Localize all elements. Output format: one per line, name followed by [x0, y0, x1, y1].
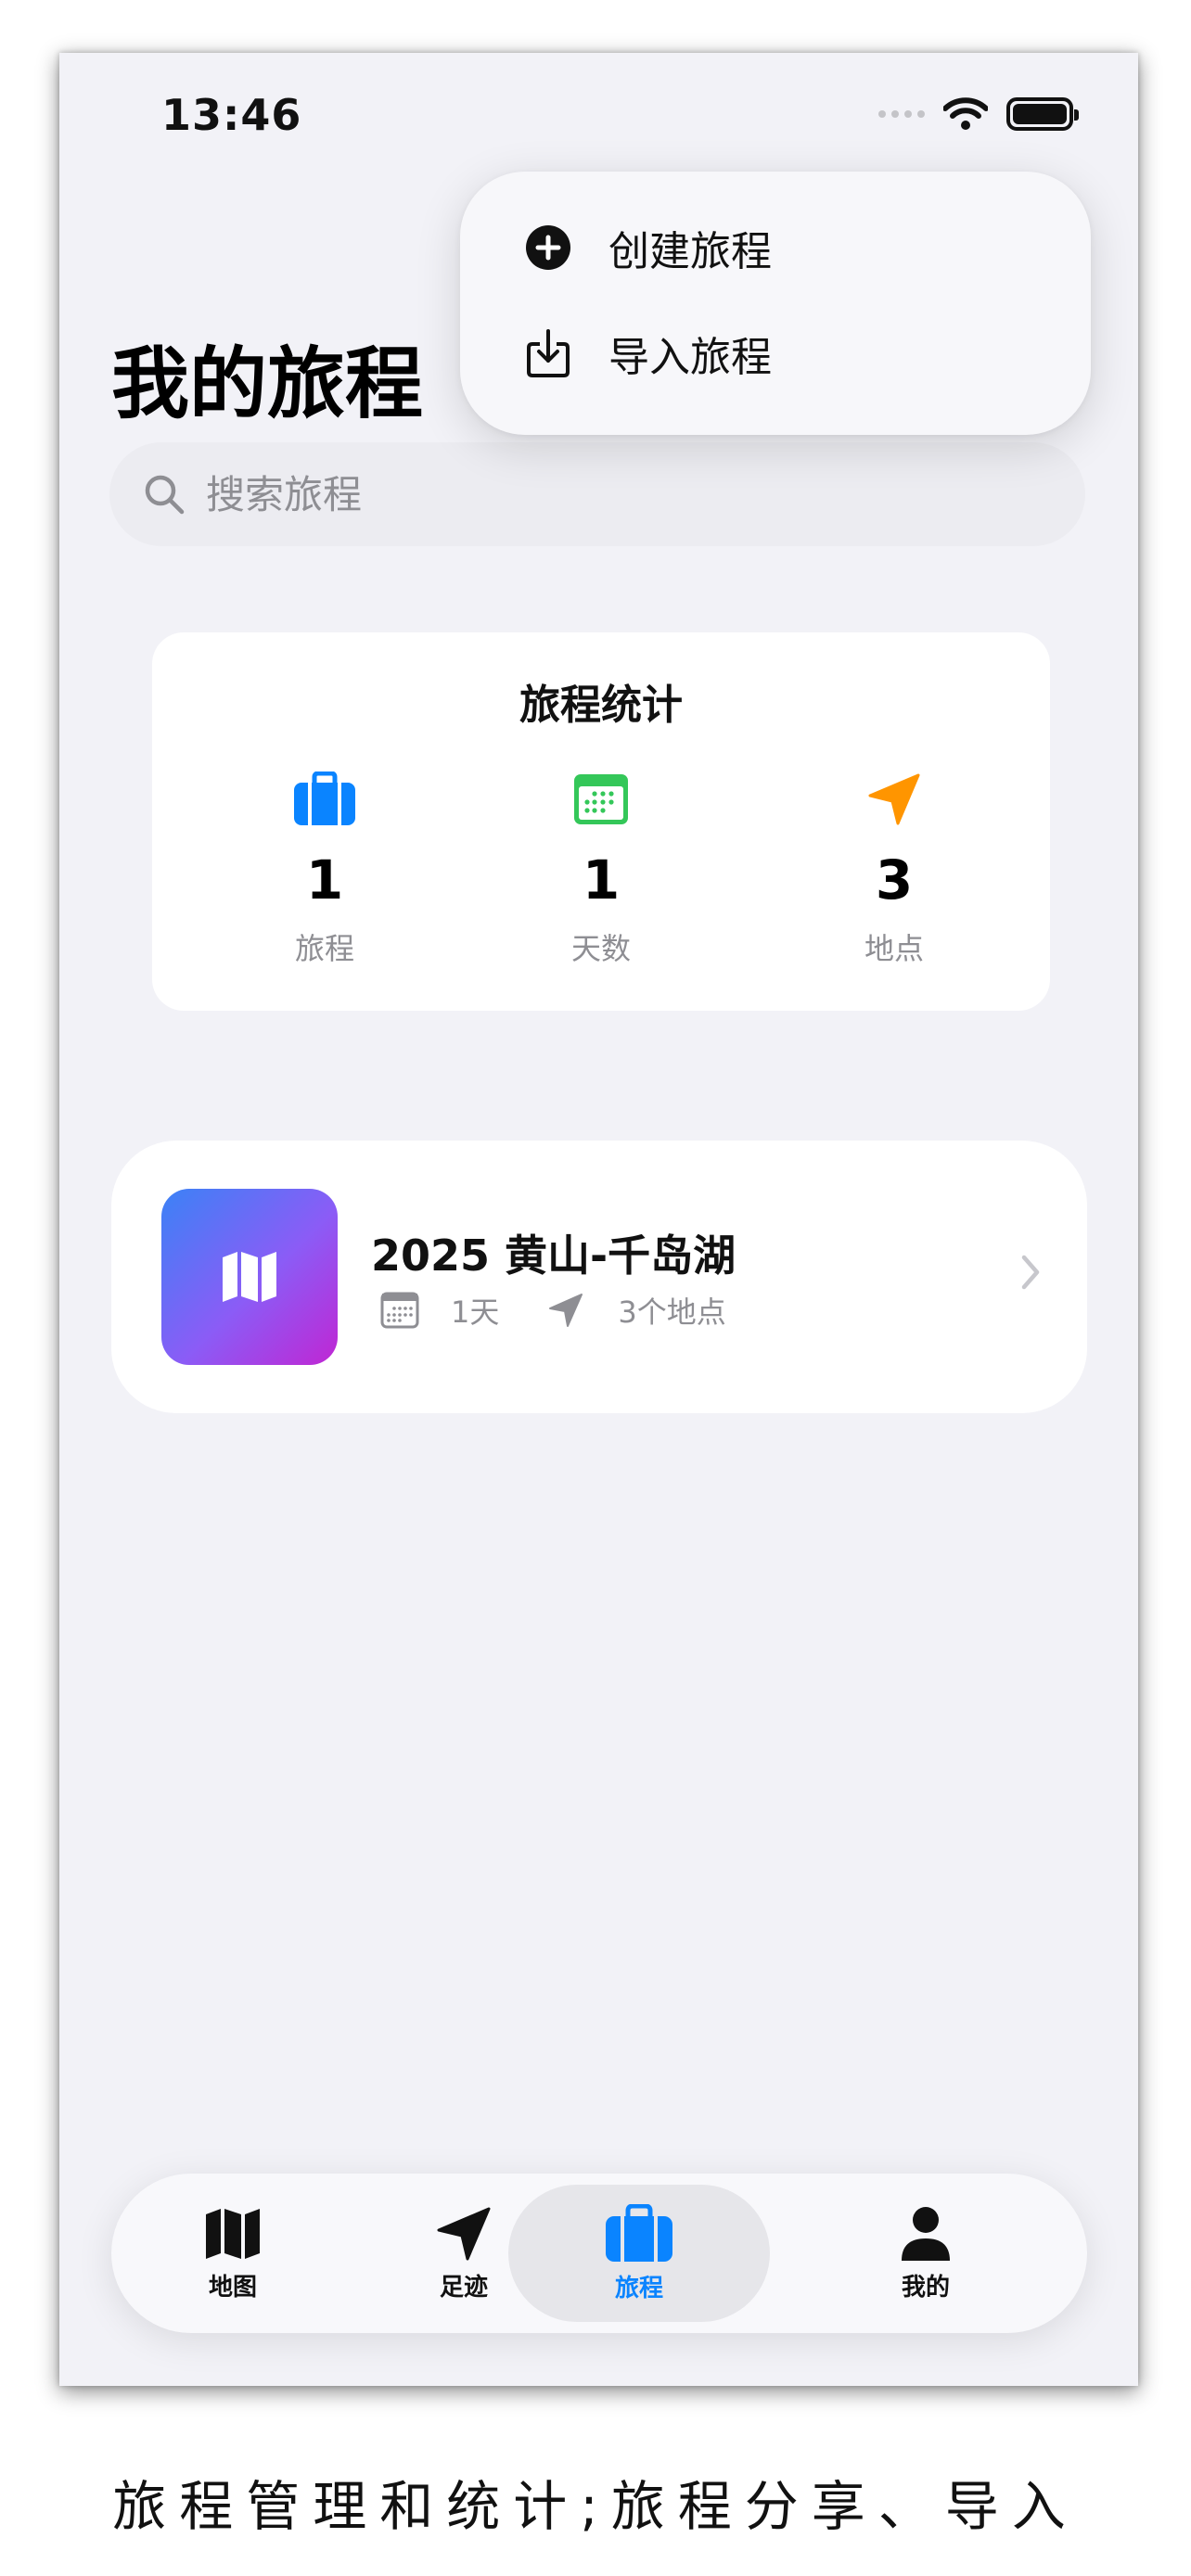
tab-profile[interactable]: 我的	[833, 2174, 1018, 2333]
status-icons	[878, 97, 1079, 131]
stat-label: 地点	[864, 931, 924, 966]
map-icon	[206, 2208, 260, 2259]
location-arrow-icon	[437, 2207, 491, 2260]
page-title: 我的旅程	[111, 338, 424, 429]
person-icon	[902, 2206, 950, 2261]
trip-stats-card: 旅程统计 1 旅程 1 天数 3 地点	[152, 632, 1050, 1011]
calendar-icon	[380, 1292, 419, 1329]
chevron-right-icon	[1021, 1255, 1040, 1290]
location-arrow-icon	[868, 773, 920, 825]
battery-icon	[1006, 97, 1079, 131]
trip-thumbnail	[161, 1189, 338, 1365]
stat-value: 3	[875, 848, 914, 912]
tab-map[interactable]: 地图	[140, 2174, 326, 2333]
trip-meta: 1天 3个地点	[380, 1289, 726, 1332]
trip-days: 1天	[451, 1294, 500, 1330]
stat-trips: 1 旅程	[186, 770, 464, 968]
wifi-icon	[943, 97, 988, 130]
plus-circle-icon	[526, 225, 570, 270]
tab-trips[interactable]: 旅程	[508, 2174, 770, 2333]
stat-label: 旅程	[294, 931, 354, 966]
tab-label: 我的	[901, 2273, 950, 2302]
calendar-icon	[574, 774, 628, 824]
menu-item-import-trip[interactable]: 导入旅程	[525, 316, 772, 390]
status-time: 13:46	[161, 90, 302, 140]
add-trip-menu: 创建旅程 导入旅程	[460, 172, 1091, 435]
tab-label: 足迹	[439, 2273, 488, 2302]
stat-value: 1	[582, 848, 621, 912]
stat-value: 1	[305, 848, 344, 912]
caption: 旅程管理和统计;旅程分享、导入	[112, 2475, 1079, 2538]
suitcase-icon	[294, 772, 355, 825]
search-bar[interactable]	[109, 442, 1085, 546]
stats-title: 旅程统计	[519, 682, 683, 729]
search-input[interactable]	[206, 471, 948, 517]
tab-label: 地图	[208, 2273, 257, 2302]
signal-dots-icon	[878, 110, 925, 118]
search-icon	[145, 475, 185, 515]
stat-places: 3 地点	[755, 770, 1033, 968]
suitcase-icon	[606, 2203, 672, 2262]
location-arrow-icon	[549, 1294, 583, 1327]
trip-card[interactable]: 2025 黄山-千岛湖 1天 3个地点	[111, 1141, 1087, 1413]
stat-days: 1 天数	[462, 770, 740, 968]
menu-item-label: 导入旅程	[608, 334, 772, 381]
map-icon	[223, 1252, 276, 1302]
tab-bar: 地图 足迹 旅程 我的	[111, 2174, 1087, 2333]
tab-label: 旅程	[614, 2274, 663, 2302]
phone-screen: 13:46 我的旅程 创建旅程	[59, 53, 1138, 2386]
menu-item-create-trip[interactable]: 创建旅程	[525, 210, 772, 285]
import-icon	[527, 329, 570, 377]
trip-title: 2025 黄山-千岛湖	[371, 1231, 736, 1281]
stat-label: 天数	[570, 931, 631, 966]
trip-places: 3个地点	[618, 1294, 726, 1330]
menu-item-label: 创建旅程	[608, 228, 772, 275]
